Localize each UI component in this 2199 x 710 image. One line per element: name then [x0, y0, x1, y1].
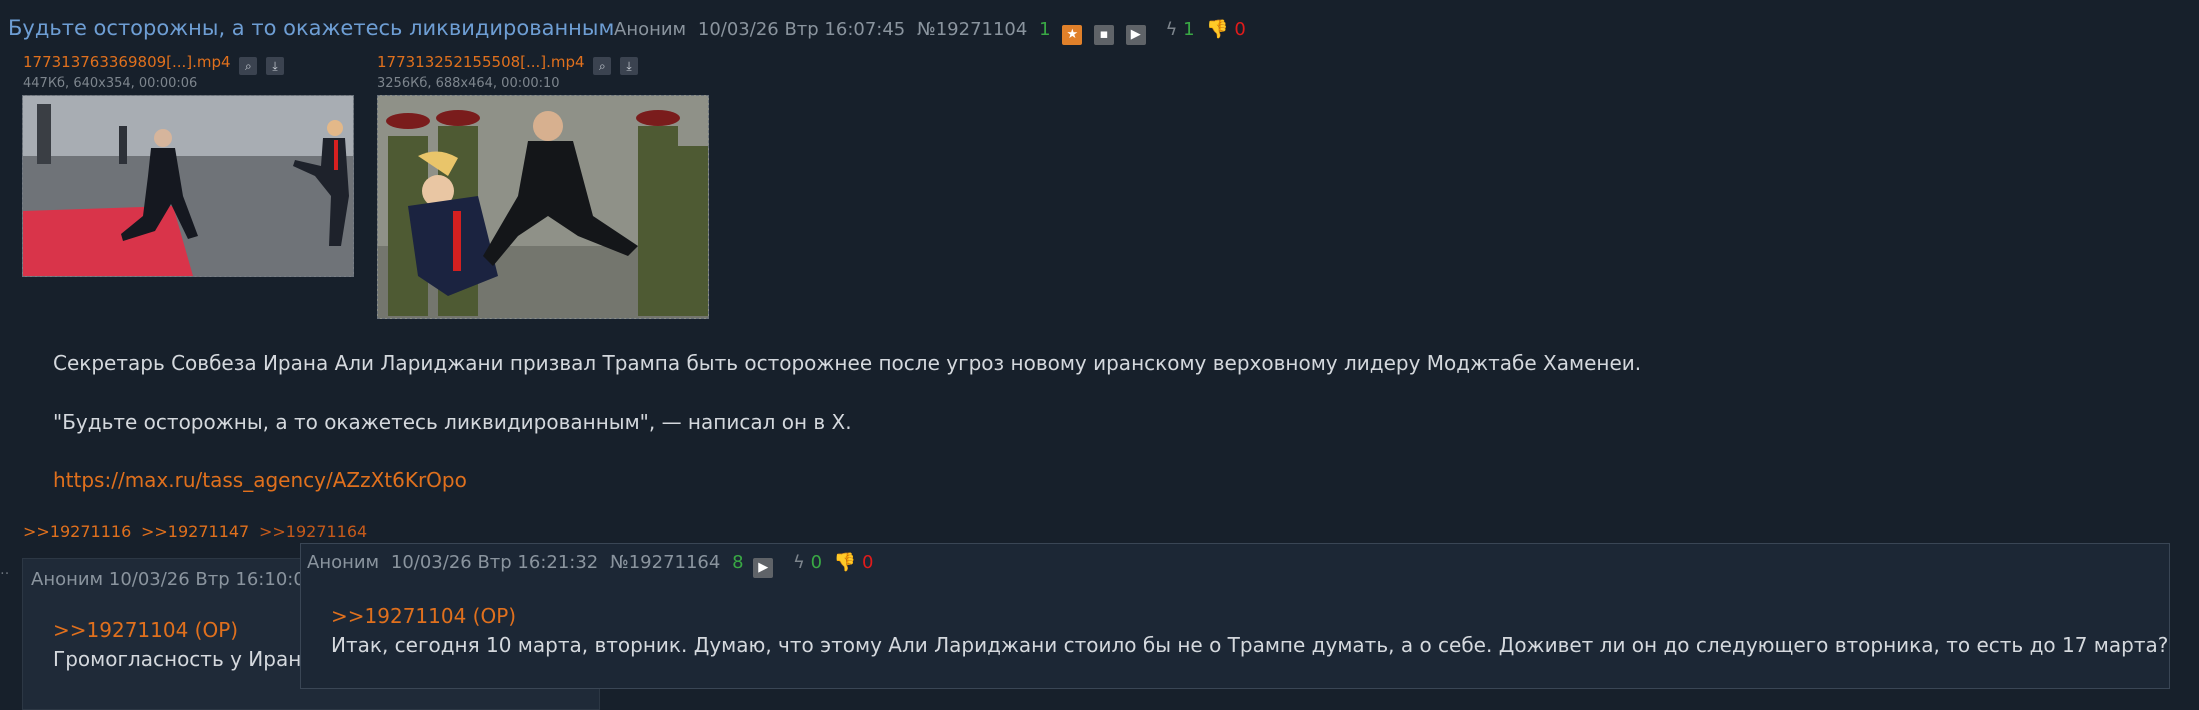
reply-post-header: Аноним 10/03/26 Втр 16:10:0 — [31, 569, 305, 590]
popup-datetime: 10/03/26 Втр 16:21:32 — [390, 552, 599, 573]
thumbs-down-icon[interactable]: 👎 — [1206, 19, 1228, 40]
download-icon[interactable]: ⤓ — [266, 57, 285, 75]
reply-link[interactable]: >>19271164 — [259, 522, 367, 541]
star-icon[interactable]: ★ — [1062, 25, 1083, 45]
dislike-count: 0 — [1234, 19, 1246, 40]
file-1-name[interactable]: 17731376336980​9[...].mp4 — [23, 53, 231, 71]
popup-header: Аноним 10/03/26 Втр 16:21:32 №19271164 8… — [307, 552, 873, 578]
download-icon[interactable]: ⤓ — [620, 57, 639, 75]
popup-dislike-count: 0 — [861, 552, 874, 573]
reply-post-quote[interactable]: >>19271104 (OP) — [53, 618, 238, 642]
post-body-line-1: Секретарь Совбеза Ирана Али Лариджани пр… — [53, 351, 1642, 375]
file-2-header: 17731325215550​8[...].mp4 ⌕ ⤓ — [377, 51, 639, 75]
thumbs-down-icon[interactable]: 👎 — [834, 552, 856, 573]
popup-counter: 8 — [732, 552, 744, 573]
tile-icon[interactable]: ▪ — [1094, 25, 1114, 45]
search-icon[interactable]: ⌕ — [593, 57, 612, 75]
post-number[interactable]: №19271104 — [917, 19, 1027, 40]
reply-link[interactable]: >>19271116 — [23, 522, 131, 541]
file-1-info: 447Кб, 640x354, 00:00:06 — [23, 76, 198, 91]
lightning-icon[interactable]: ϟ — [1165, 19, 1177, 40]
replies-list: >>19271116 >>19271147 >>19271164 — [23, 521, 367, 542]
play-icon[interactable]: ▶ — [1125, 25, 1146, 45]
post-counter: 1 — [1039, 19, 1051, 40]
popup-like-count: 0 — [810, 552, 823, 573]
like-count: 1 — [1183, 19, 1195, 40]
popup-number[interactable]: №19271164 — [610, 552, 720, 573]
post-body-line-2: "Будьте осторожны, а то окажетесь ликвид… — [53, 410, 852, 434]
file-2-name[interactable]: 17731325215550​8[...].mp4 — [377, 53, 585, 71]
post-dots: ‥ — [0, 562, 10, 578]
lightning-icon[interactable]: ϟ — [793, 552, 805, 573]
reply-post-text: Громогласность у Ирана — [53, 647, 314, 671]
file-1-header: 17731376336980​9[...].mp4 ⌕ ⤓ — [23, 51, 285, 75]
post-author: Аноним — [614, 19, 687, 40]
popup-author: Аноним — [307, 552, 380, 573]
search-icon[interactable]: ⌕ — [239, 57, 258, 75]
file-2-thumbnail[interactable] — [377, 95, 709, 319]
post-preview-popup: Аноним 10/03/26 Втр 16:21:32 №19271164 8… — [300, 543, 2170, 689]
reply-link[interactable]: >>19271147 — [141, 522, 249, 541]
popup-quote[interactable]: >>19271104 (OP) — [331, 604, 516, 628]
thread-title[interactable]: Будьте осторожны, а то окажетесь ликвиди… — [8, 16, 614, 40]
file-1-thumbnail[interactable] — [22, 95, 354, 277]
play-icon[interactable]: ▶ — [753, 558, 774, 578]
post-link[interactable]: https://max.ru/tass_agency/AZzXt6KrOpo — [53, 468, 467, 492]
post-header: Аноним 10/03/26 Втр 16:07:45 №19271104 1… — [614, 19, 1246, 45]
file-2-info: 3256Кб, 688x464, 00:00:10 — [377, 76, 560, 91]
popup-text: Итак, сегодня 10 марта, вторник. Думаю, … — [331, 633, 2169, 657]
post-datetime: 10/03/26 Втр 16:07:45 — [697, 19, 906, 40]
